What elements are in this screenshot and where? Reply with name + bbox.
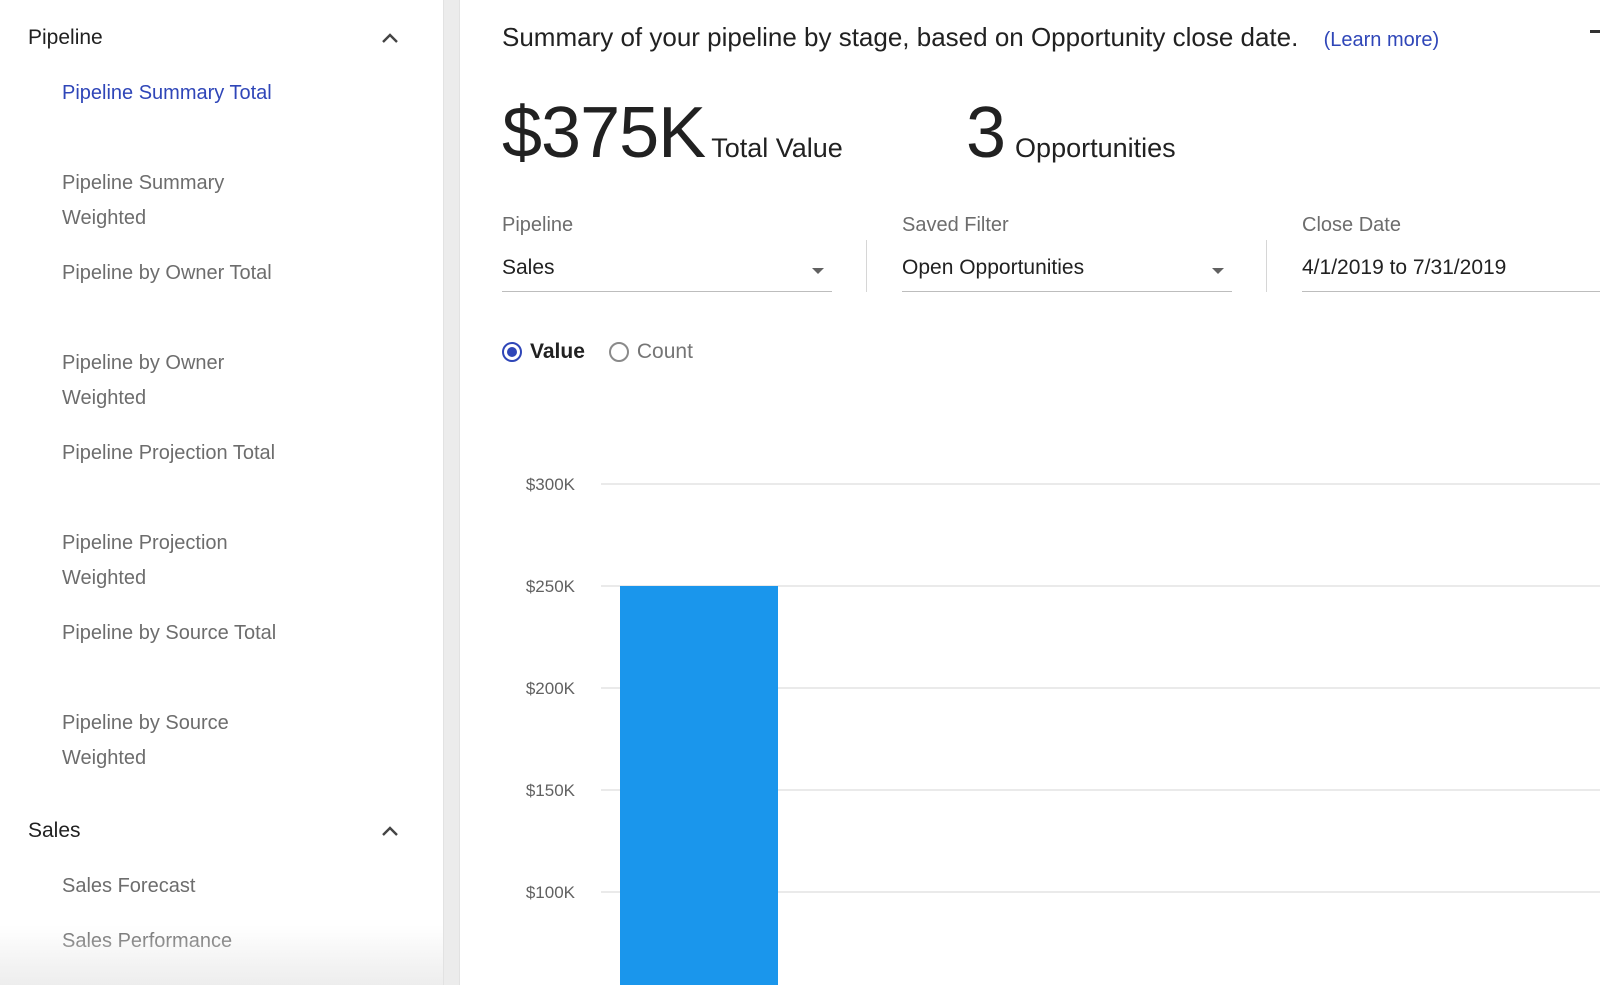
- kpi-value: $375K: [502, 93, 706, 173]
- dropdown-arrow-icon: [1212, 267, 1224, 274]
- report-panel: Summary of your pipeline by stage, based…: [460, 0, 1600, 985]
- close-date-value: 4/1/2019 to 7/31/2019: [1302, 255, 1507, 279]
- kpi-value: 3: [966, 93, 1006, 173]
- filter-separator: [1266, 240, 1267, 292]
- kpi-total-value: $375K Total Value: [502, 92, 843, 174]
- pipeline-filter-label: Pipeline: [502, 214, 574, 236]
- y-tick-label: $250K: [526, 577, 576, 596]
- y-tick-label: $100K: [526, 883, 576, 902]
- sidebar-item-pipeline-summary-total[interactable]: Pipeline Summary Total: [62, 76, 282, 111]
- y-tick-label: $300K: [526, 475, 576, 494]
- kpi-label: Opportunities: [1015, 133, 1176, 163]
- sidebar-item-sales-performance[interactable]: Sales Performance: [62, 924, 282, 959]
- sidebar-item-pipeline-projection-weighted[interactable]: Pipeline Projection Weighted: [62, 526, 282, 596]
- radio-count-label: Count: [636, 340, 693, 363]
- summary-text: Summary of your pipeline by stage, based…: [502, 22, 1299, 52]
- learn-more-link[interactable]: (Learn more): [1324, 29, 1440, 51]
- chevron-up-icon[interactable]: [378, 819, 402, 843]
- pipeline-filter: Pipeline Sales: [502, 214, 832, 292]
- section-title-pipeline: Pipeline: [28, 26, 103, 49]
- saved-filter-select-value: Open Opportunities: [902, 255, 1085, 279]
- sidebar-item-pipeline-by-owner-weighted[interactable]: Pipeline by Owner Weighted: [62, 346, 282, 416]
- radio-value-label: Value: [530, 340, 585, 363]
- chart-bar[interactable]: [620, 586, 778, 985]
- app-window: Pipeline Pipeline Summary Total Pipeline…: [0, 0, 1600, 985]
- sidebar-item-pipeline-by-source-total[interactable]: Pipeline by Source Total: [62, 616, 282, 651]
- kpi-label: Total Value: [711, 133, 843, 163]
- sidebar-item-sales-forecast[interactable]: Sales Forecast: [62, 869, 282, 904]
- y-tick-label: $200K: [526, 679, 576, 698]
- filter-separator: [866, 240, 867, 292]
- radio-unchecked-icon: [608, 342, 629, 362]
- pipeline-select[interactable]: Sales: [502, 244, 832, 292]
- section-title-sales: Sales: [28, 819, 81, 842]
- radio-count[interactable]: Count: [608, 340, 693, 364]
- reports-sidebar: Pipeline Pipeline Summary Total Pipeline…: [0, 0, 443, 985]
- summary-line: Summary of your pipeline by stage, based…: [502, 22, 1439, 53]
- sidebar-item-pipeline-projection-total[interactable]: Pipeline Projection Total: [62, 436, 282, 471]
- sidebar-item-pipeline-by-source-weighted[interactable]: Pipeline by Source Weighted: [62, 706, 282, 776]
- close-date-field[interactable]: 4/1/2019 to 7/31/2019: [1302, 244, 1600, 292]
- saved-filter-label: Saved Filter: [902, 214, 1009, 236]
- close-date-filter: Close Date 4/1/2019 to 7/31/2019: [1302, 214, 1600, 292]
- metric-toggle: Value Count: [502, 340, 717, 364]
- section-header-pipeline[interactable]: Pipeline: [28, 18, 418, 58]
- radio-checked-icon: [502, 342, 522, 362]
- kpi-opportunities: 3 Opportunities: [966, 92, 1176, 174]
- close-date-label: Close Date: [1302, 214, 1401, 236]
- dropdown-arrow-icon: [812, 267, 824, 274]
- panel-divider[interactable]: [443, 0, 460, 985]
- y-tick-label: $150K: [526, 781, 576, 800]
- sidebar-item-pipeline-by-owner-total[interactable]: Pipeline by Owner Total: [62, 256, 282, 291]
- sidebar-item-pipeline-summary-weighted[interactable]: Pipeline Summary Weighted: [62, 166, 282, 236]
- pipeline-select-value: Sales: [502, 255, 555, 279]
- chevron-up-icon[interactable]: [378, 26, 402, 50]
- section-header-sales[interactable]: Sales: [28, 811, 418, 851]
- pipeline-bar-chart: $100K $150K $200K $250K $300K: [526, 475, 1600, 985]
- menu-icon[interactable]: [1590, 30, 1600, 33]
- saved-filter-select[interactable]: Open Opportunities: [902, 244, 1232, 292]
- radio-value[interactable]: Value: [502, 340, 585, 364]
- saved-filter: Saved Filter Open Opportunities: [902, 214, 1232, 292]
